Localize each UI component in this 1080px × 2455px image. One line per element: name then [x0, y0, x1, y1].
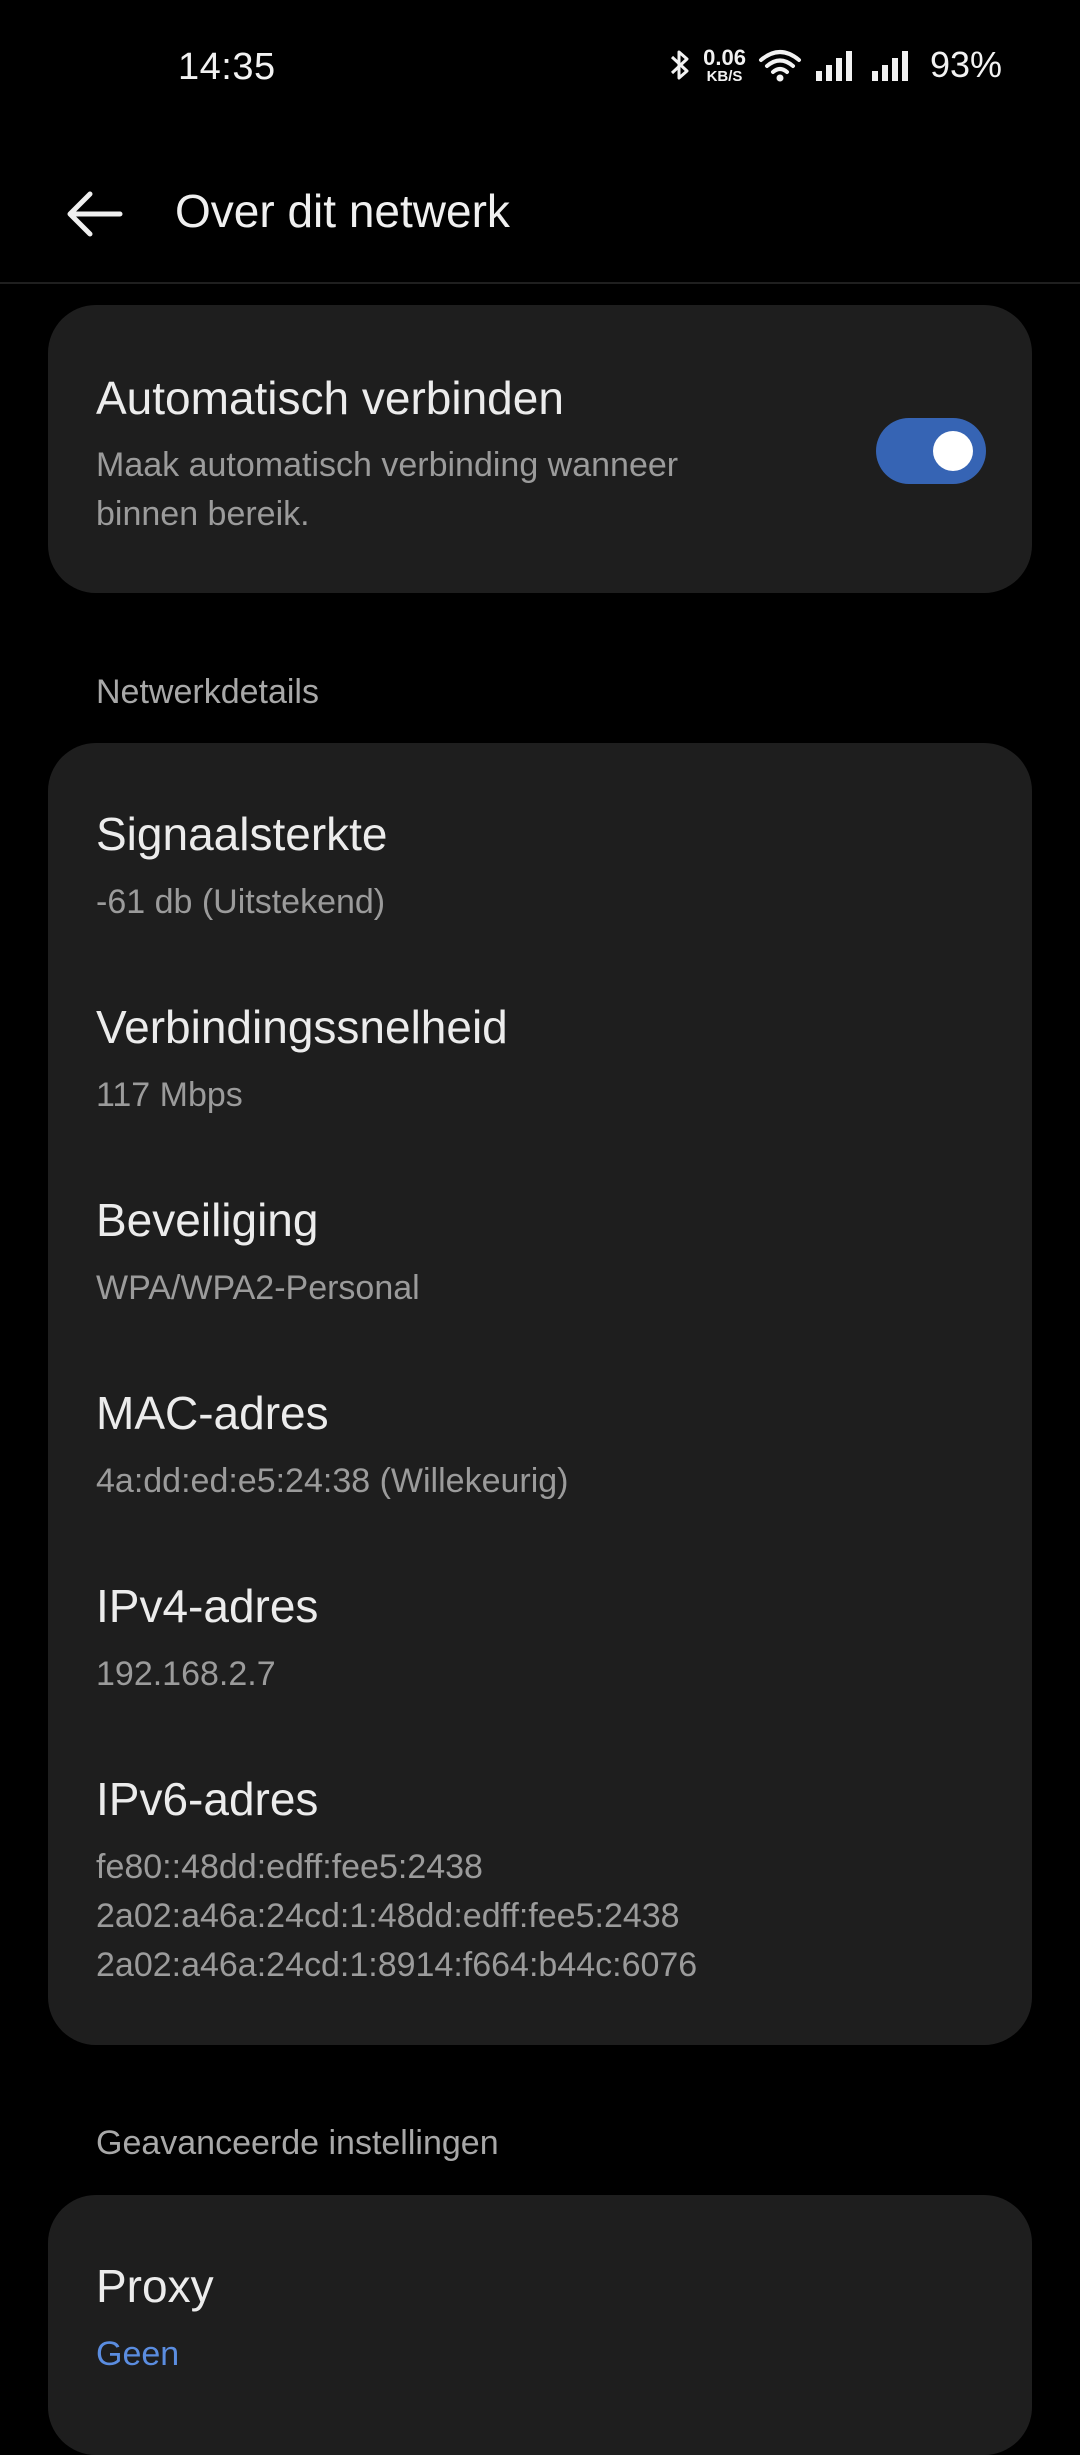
ipv6-address-line: 2a02:a46a:24cd:1:48dd:edff:fee5:2438 [96, 1897, 680, 1935]
advanced-settings-card: Proxy Geen [48, 2195, 1032, 2455]
network-details-card: Signaalsterkte -61 db (Uitstekend) Verbi… [48, 743, 1032, 2045]
ipv6-address-line: 2a02:a46a:24cd:1:8914:f664:b44c:6076 [96, 1946, 698, 1984]
detail-value: 117 Mbps [96, 1076, 243, 1114]
detail-label: Beveiliging [96, 1194, 319, 1246]
detail-value: 192.168.2.7 [96, 1655, 276, 1693]
network-speed-unit: KB/S [706, 67, 743, 85]
ipv6-address-line: fe80::48dd:edff:fee5:2438 [96, 1848, 483, 1886]
section-advanced-settings: Geavanceerde instellingen [96, 2124, 499, 2162]
detail-label: MAC-adres [96, 1387, 329, 1439]
detail-label: IPv4-adres [96, 1580, 319, 1632]
status-bar: 14:35 0.06 KB/S 93% [0, 0, 1080, 140]
signal-icon [814, 49, 858, 81]
status-icons: 0.06 KB/S 93% [669, 44, 1002, 86]
page-title: Over dit netwerk [175, 185, 510, 237]
network-speed: 0.06 KB/S [703, 44, 746, 85]
bluetooth-icon [669, 47, 691, 83]
section-network-details: Netwerkdetails [96, 673, 319, 711]
proxy-value: Geen [96, 2335, 180, 2373]
detail-label: Verbindingssnelheid [96, 1001, 508, 1053]
auto-connect-subtitle-line: Maak automatisch verbinding wanneer [96, 446, 679, 484]
detail-label: Signaalsterkte [96, 808, 388, 860]
proxy-label: Proxy [96, 2260, 214, 2312]
back-arrow-icon[interactable] [62, 184, 132, 244]
app-bar: Over dit netwerk [0, 140, 1080, 284]
auto-connect-card[interactable]: Automatisch verbinden Maak automatisch v… [48, 305, 1032, 593]
wifi-icon [758, 47, 802, 83]
status-time: 14:35 [178, 46, 276, 88]
network-speed-value: 0.06 [703, 44, 746, 70]
battery-level: 93% [929, 44, 1002, 85]
detail-value: fe80::48dd:edff:fee5:2438 2a02:a46a:24cd… [96, 1843, 697, 1990]
signal-icon [870, 49, 914, 81]
auto-connect-subtitle: Maak automatisch verbinding wanneer binn… [96, 441, 678, 539]
detail-value: WPA/WPA2-Personal [96, 1269, 420, 1307]
auto-connect-title: Automatisch verbinden [96, 372, 564, 424]
detail-label: IPv6-adres [96, 1773, 319, 1825]
toggle-knob [933, 431, 973, 471]
detail-value: 4a:dd:ed:e5:24:38 (Willekeurig) [96, 1462, 569, 1500]
auto-connect-subtitle-line: binnen bereik. [96, 495, 310, 533]
auto-connect-toggle[interactable] [876, 418, 986, 484]
detail-value: -61 db (Uitstekend) [96, 883, 386, 921]
